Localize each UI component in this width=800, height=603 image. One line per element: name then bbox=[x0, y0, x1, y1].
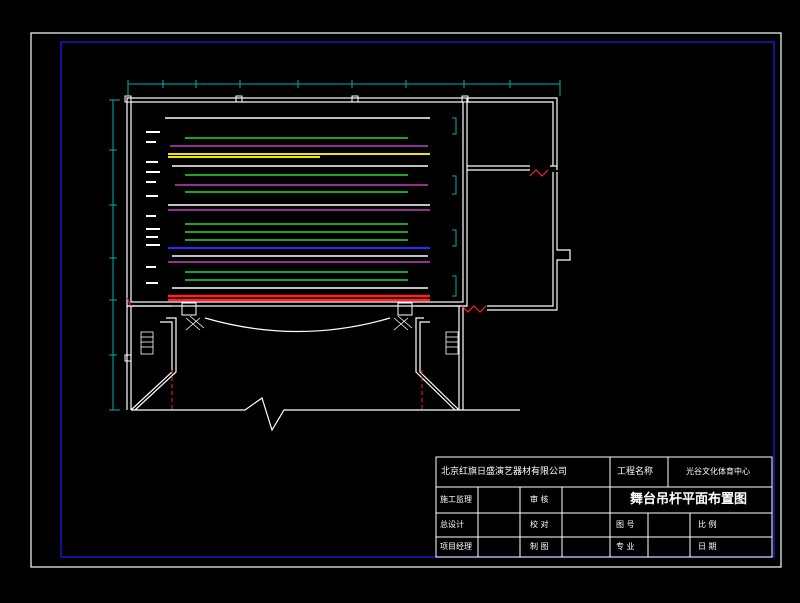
drawing-title: 舞台吊杆平面布置图 bbox=[630, 492, 748, 507]
label-date: 日 期 bbox=[698, 542, 717, 551]
label-supervision: 施工监理 bbox=[440, 495, 472, 504]
label-drawing-number: 图 号 bbox=[616, 520, 635, 529]
company-name: 北京红旗日盛演艺器材有限公司 bbox=[441, 467, 568, 477]
proscenium-hatch bbox=[185, 315, 413, 331]
left-dimension-chain bbox=[109, 99, 120, 411]
wing-center-lines bbox=[171, 370, 423, 410]
batten-label-marks bbox=[146, 131, 160, 284]
gallery-brackets bbox=[452, 117, 457, 297]
project-name: 光谷文化体育中心 bbox=[686, 467, 750, 476]
stage-batten-layout-drawing bbox=[30, 32, 782, 568]
label-check: 校 对 bbox=[530, 520, 549, 529]
batten-lines bbox=[165, 117, 430, 302]
stairs bbox=[140, 331, 459, 355]
label-review: 审 核 bbox=[530, 495, 549, 504]
stage-walls bbox=[126, 97, 571, 432]
label-chief-design: 总设计 bbox=[440, 520, 464, 529]
top-dimension-chain bbox=[127, 80, 561, 96]
project-label: 工程名称 bbox=[617, 467, 654, 477]
label-project-manager: 项目经理 bbox=[440, 542, 472, 551]
label-scale: 比 例 bbox=[698, 520, 717, 529]
label-drafted: 制 图 bbox=[530, 542, 549, 551]
label-discipline: 专 业 bbox=[616, 542, 635, 551]
